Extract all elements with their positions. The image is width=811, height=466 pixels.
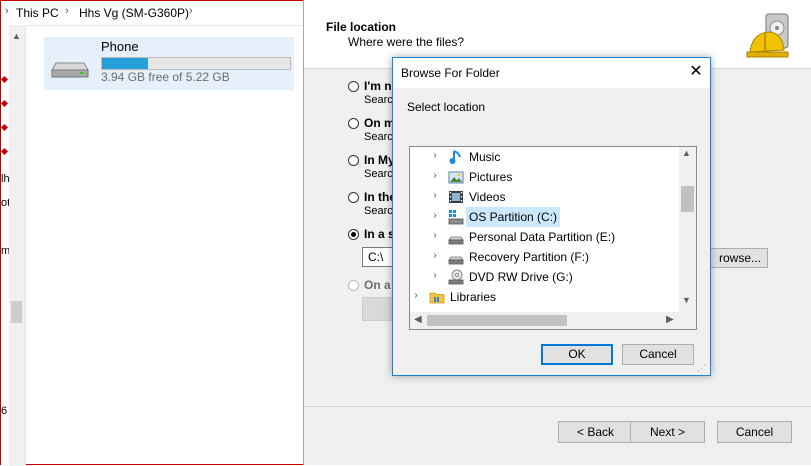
radio-button[interactable] [348, 155, 359, 166]
os-drive-icon [448, 210, 464, 225]
scrollbar-thumb[interactable] [681, 186, 694, 212]
expand-chevron-icon[interactable]: › [430, 250, 440, 261]
tree-horizontal-scrollbar[interactable]: ◀ ▶ [410, 312, 696, 329]
dialog-title: Browse For Folder [401, 66, 500, 80]
next-button[interactable]: Next > [630, 421, 705, 443]
tree-vertical-scrollbar[interactable]: ▲ ▼ [679, 147, 696, 312]
videos-icon [449, 191, 463, 203]
expand-chevron-icon[interactable]: › [430, 210, 440, 221]
breadcrumb-chevron-icon[interactable]: › [65, 5, 69, 17]
resize-grip-icon[interactable]: ⋰ [697, 363, 706, 374]
storage-free-text: 3.94 GB free of 5.22 GB [101, 70, 230, 84]
option-label: I'm n [364, 79, 392, 93]
storage-usage-bar [101, 57, 291, 70]
radio-button[interactable] [348, 81, 359, 92]
scroll-up-arrow-icon[interactable]: ▲ [12, 31, 21, 41]
drive-icon [448, 256, 464, 265]
drive-icon [448, 236, 464, 245]
wizard-title: File location [326, 20, 397, 34]
annotation-mark [0, 147, 9, 156]
wizard-cancel-button[interactable]: Cancel [717, 421, 792, 443]
wizard-subtitle: Where were the files? [348, 35, 465, 49]
tree-item-videos[interactable]: › Videos [410, 187, 680, 207]
dialog-cancel-button[interactable]: Cancel [622, 344, 694, 365]
option-label: In a s [364, 227, 395, 241]
browse-for-folder-dialog: Browse For Folder ✕ Select location › Mu… [392, 57, 711, 376]
nav-pane-scrollbar[interactable]: ▲ [9, 25, 26, 466]
tree-item-label: Pictures [469, 170, 513, 184]
scroll-down-arrow-icon[interactable]: ▼ [682, 295, 691, 305]
expand-chevron-icon[interactable]: › [430, 230, 440, 241]
music-icon [449, 150, 461, 164]
drive-icon [51, 62, 89, 78]
tree-item-label: Personal Data Partition (E:) [469, 230, 616, 244]
pictures-icon [448, 171, 464, 184]
expand-chevron-icon[interactable]: › [430, 270, 440, 281]
tree-item-label: Recovery Partition (F:) [469, 250, 590, 264]
option-label: On a [364, 278, 391, 292]
truncated-nav-text: 6 [1, 405, 8, 417]
storage-usage-fill [102, 58, 149, 69]
libraries-icon [429, 292, 445, 304]
device-tile-phone[interactable]: Phone 3.94 GB free of 5.22 GB [44, 37, 294, 90]
breadcrumb-chevron-icon[interactable]: › [5, 5, 9, 17]
scroll-left-arrow-icon[interactable]: ◀ [414, 314, 422, 325]
dvd-drive-icon [448, 269, 464, 285]
tree-item-label: OS Partition (C:) [466, 207, 561, 227]
radio-button-disabled [348, 280, 359, 291]
annotation-mark [0, 75, 9, 84]
breadcrumb-device[interactable]: Hhs Vg (SM-G360P) [79, 6, 189, 20]
folder-tree[interactable]: › Music › Pictures › Videos › OS Partiti… [409, 146, 697, 330]
tree-item-personal-data-partition[interactable]: › Personal Data Partition (E:) [410, 227, 680, 247]
device-name: Phone [101, 39, 139, 54]
expand-chevron-icon[interactable]: › [411, 290, 421, 301]
close-icon[interactable]: ✕ [686, 62, 706, 82]
scroll-up-arrow-icon[interactable]: ▲ [682, 148, 691, 158]
tree-item-libraries[interactable]: › Libraries [410, 287, 680, 307]
radio-button-selected[interactable] [348, 229, 359, 240]
ok-button[interactable]: OK [541, 344, 613, 365]
scroll-right-arrow-icon[interactable]: ▶ [666, 314, 674, 325]
tree-item-os-partition[interactable]: › OS Partition (C:) [410, 207, 680, 227]
tree-item-label: DVD RW Drive (G:) [469, 270, 573, 284]
dialog-prompt: Select location [407, 100, 486, 114]
tree-item-dvd-drive[interactable]: › DVD RW Drive (G:) [410, 267, 680, 287]
hard-hat-drive-logo-icon [746, 13, 789, 58]
tree-item-label: Music [469, 150, 501, 164]
radio-button[interactable] [348, 118, 359, 129]
scrollbar-thumb[interactable] [427, 315, 567, 326]
disabled-button [362, 297, 396, 321]
option-label: In My [364, 153, 395, 167]
scrollbar-thumb[interactable] [11, 301, 22, 323]
location-path-field[interactable] [362, 247, 394, 267]
radio-button[interactable] [348, 192, 359, 203]
tree-item-label: Videos [469, 190, 506, 204]
annotation-mark [0, 99, 9, 108]
option-label: On m [364, 116, 395, 130]
back-button[interactable]: < Back [558, 421, 633, 443]
expand-chevron-icon[interactable]: › [430, 190, 440, 201]
breadcrumb-chevron-icon[interactable]: › [189, 5, 193, 17]
dialog-titlebar[interactable]: Browse For Folder ✕ [393, 58, 710, 88]
browse-button[interactable]: rowse... [704, 248, 768, 268]
divider [304, 406, 811, 407]
expand-chevron-icon[interactable]: › [430, 170, 440, 181]
expand-chevron-icon[interactable]: › [430, 150, 440, 161]
tree-item-recovery-partition[interactable]: › Recovery Partition (F:) [410, 247, 680, 267]
tree-item-pictures[interactable]: › Pictures [410, 167, 680, 187]
left-edge-strip: lh ot m 6 [0, 25, 10, 466]
tree-item-music[interactable]: › Music [410, 147, 680, 167]
tree-item-label: Libraries [450, 290, 497, 304]
annotation-mark [0, 123, 9, 132]
breadcrumb-this-pc[interactable]: This PC [16, 6, 59, 20]
